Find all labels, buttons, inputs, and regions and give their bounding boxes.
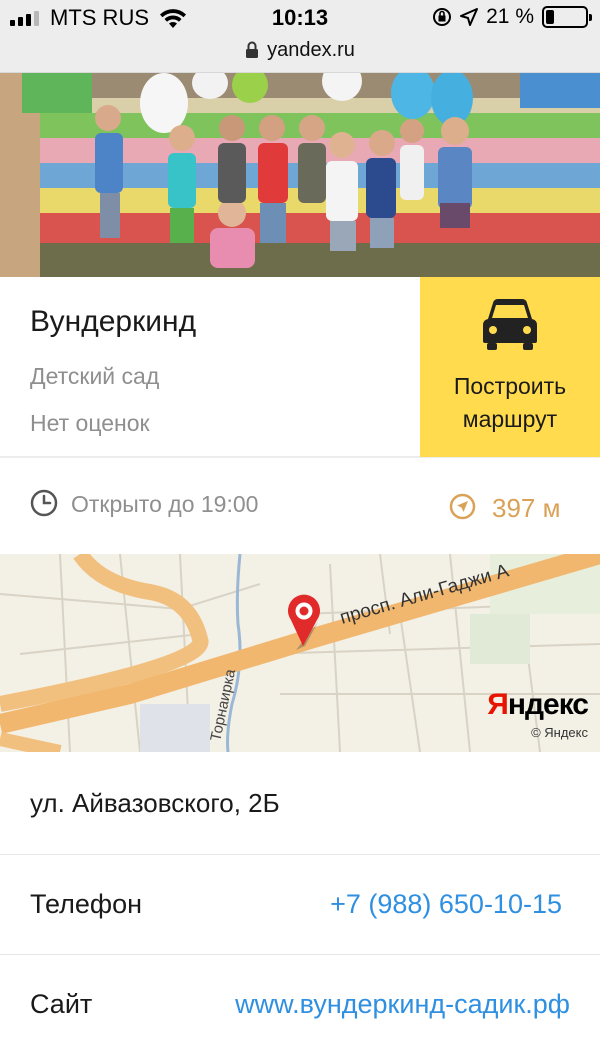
organization-card: Вундеркинд Детский сад Нет оценок Постро… (0, 277, 600, 458)
status-bar: MTS RUS 10:13 21 % (0, 0, 600, 36)
website-label: Сайт (30, 989, 93, 1019)
status-right-group: 21 % (432, 5, 592, 29)
orientation-lock-icon (433, 8, 452, 26)
address-row: ул. Айвазовского, 2Б (0, 752, 600, 855)
yandex-logo-rest: ндекс (507, 688, 589, 721)
battery-icon (542, 6, 592, 28)
build-route-label-line2: маршрут (462, 406, 558, 432)
map-copyright: © Яндекс (531, 725, 588, 740)
car-icon (483, 299, 537, 350)
opening-hours: Открыто до 19:00 (71, 491, 259, 517)
battery-percent: 21 % (486, 5, 534, 28)
browser-chrome: MTS RUS 10:13 21 % yandex.ru (0, 0, 600, 73)
organization-photo[interactable] (0, 73, 600, 277)
distance-arrow-icon[interactable] (449, 493, 476, 520)
phone-row: Телефон +7 (988) 650-10-15 (0, 855, 600, 955)
build-route-label: Построить маршрут (420, 370, 600, 436)
yandex-logo: Яндекс (487, 688, 589, 722)
build-route-button[interactable]: Построить маршрут (420, 277, 600, 457)
website-row: Сайт www.вундеркинд-садик.рф (0, 955, 600, 1055)
map-preview[interactable]: просп. Али-Гаджи А Торнаирка Яндекс © Ян… (0, 554, 600, 752)
website-link[interactable]: www.вундеркинд-садик.рф (235, 989, 570, 1020)
organization-name: Вундеркинд (30, 305, 197, 338)
yandex-logo-first: Я (487, 688, 509, 721)
hours-distance-row: Открыто до 19:00 397 м (0, 459, 600, 554)
address-text: ул. Айвазовского, 2Б (30, 788, 280, 818)
clock-icon (30, 489, 58, 517)
map-canvas: просп. Али-Гаджи А Торнаирка (0, 554, 600, 752)
organization-rating: Нет оценок (30, 410, 150, 436)
lock-icon (246, 41, 259, 58)
url-bar[interactable]: yandex.ru (0, 36, 600, 64)
distance-value[interactable]: 397 м (492, 493, 560, 524)
url-domain: yandex.ru (267, 38, 355, 61)
location-arrow-icon (460, 8, 479, 26)
phone-link[interactable]: +7 (988) 650-10-15 (330, 889, 562, 920)
phone-label: Телефон (30, 889, 143, 919)
build-route-label-line1: Построить (453, 373, 567, 399)
photo-image (0, 73, 600, 277)
organization-category: Детский сад (30, 363, 160, 389)
